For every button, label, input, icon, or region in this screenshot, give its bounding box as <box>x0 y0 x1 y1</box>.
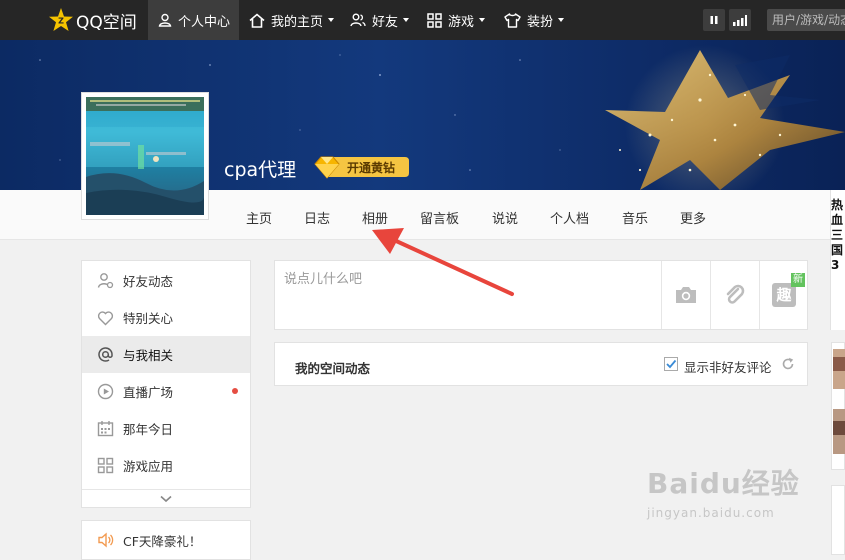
speaker-icon <box>98 532 114 548</box>
sidebar-item-label: 那年今日 <box>123 422 174 437</box>
fun-button[interactable]: 趣 新 <box>759 261 808 329</box>
check-icon <box>666 359 677 369</box>
chevron-down-icon <box>328 18 335 22</box>
watermark-logo-text: Baidu经验 <box>647 467 800 500</box>
home-icon <box>249 12 265 28</box>
checkbox-label[interactable]: 显示非好友评论 <box>684 357 772 376</box>
vip-label: 开通黄钻 <box>347 161 396 175</box>
right-ad-text[interactable]: 热血三国3 <box>831 198 845 273</box>
sidebar-item-game-apps[interactable]: 游戏应用 <box>82 447 250 484</box>
avatar[interactable] <box>81 92 209 220</box>
pause-button[interactable] <box>703 9 725 31</box>
sidebar-item-special-care[interactable]: 特别关心 <box>82 299 250 336</box>
nav-label: 装扮 <box>527 14 554 30</box>
feed-header: 我的空间动态 显示非好友评论 <box>274 342 808 386</box>
nav-label: 好友 <box>372 14 399 30</box>
new-badge: 新 <box>791 273 805 287</box>
chevron-down-icon <box>160 495 172 503</box>
grid-icon <box>427 12 442 28</box>
sidebar-item-label: 游戏应用 <box>123 459 174 474</box>
heart-icon <box>97 310 114 325</box>
promo-label: CF天降豪礼！ <box>123 533 202 549</box>
sidebar-item-label: 直播广场 <box>123 385 174 400</box>
qzone-star-icon: Z <box>49 8 73 31</box>
at-icon <box>98 347 113 362</box>
sidebar-item-on-this-day[interactable]: 那年今日 <box>82 410 250 447</box>
profile-username: cpa代理 <box>224 159 297 181</box>
nav-decorate[interactable]: 装扮 <box>504 0 565 40</box>
feed-title: 我的空间动态 <box>295 361 371 376</box>
friends-feed-icon <box>97 273 114 289</box>
subnav-music[interactable]: 音乐 <box>622 208 648 227</box>
vip-open-button[interactable]: 开通黄钻 <box>313 154 410 180</box>
search-input[interactable]: 用户/游戏/动态 <box>767 9 845 31</box>
subnav-blog[interactable]: 日志 <box>304 208 330 227</box>
play-icon <box>97 383 114 400</box>
sidebar-item-label: 与我相关 <box>123 348 174 363</box>
subnav-home[interactable]: 主页 <box>246 208 272 227</box>
sidebar-item-friend-feed[interactable]: 好友动态 <box>82 262 250 299</box>
subnav-album[interactable]: 相册 <box>362 208 388 227</box>
avatar-image <box>86 97 204 215</box>
nav-label: 我的主页 <box>271 14 324 30</box>
post-composer: 说点儿什么吧 趣 新 <box>274 260 808 330</box>
signal-button[interactable] <box>729 9 751 31</box>
friends-icon <box>350 13 366 27</box>
attachment-icon <box>726 284 745 304</box>
apps-icon <box>97 457 114 474</box>
shirt-icon <box>504 12 521 28</box>
photo-button[interactable] <box>661 261 710 329</box>
subnav-shuoshuo[interactable]: 说说 <box>492 208 518 227</box>
refresh-icon <box>782 357 794 370</box>
annotation-arrow-icon <box>372 228 514 296</box>
baidu-watermark: Baidu经验 jingyan.baidu.com <box>647 462 800 520</box>
sidebar-item-label: 好友动态 <box>123 274 174 289</box>
fun-icon-label: 趣 <box>776 286 792 304</box>
show-non-friend-comments-checkbox[interactable] <box>664 357 678 371</box>
sidebar-item-label: 特别关心 <box>123 311 174 326</box>
nav-label: 个人中心 <box>178 14 231 30</box>
top-navigation-bar: Z QQ空间 个人中心 我的主页 好友 游戏 装扮 用户/游戏/动态 <box>0 0 845 40</box>
nav-my-homepage[interactable]: 我的主页 <box>249 0 335 40</box>
notification-dot <box>232 388 238 394</box>
thumbnail-image <box>833 349 845 454</box>
svg-text:Z: Z <box>58 17 64 26</box>
nav-games[interactable]: 游戏 <box>427 0 486 40</box>
left-sidebar: 好友动态 特别关心 与我相关 直播广场 那年今日 游戏应用 <box>81 260 251 508</box>
chevron-down-icon <box>403 18 410 22</box>
sidebar-expand-button[interactable] <box>82 489 250 508</box>
chevron-down-icon <box>558 18 565 22</box>
chevron-down-icon <box>479 18 486 22</box>
signal-bars-icon <box>733 14 747 26</box>
nav-friends[interactable]: 好友 <box>350 0 410 40</box>
qzone-logo[interactable]: Z QQ空间 <box>48 7 137 33</box>
subnav-more[interactable]: 更多 <box>680 208 706 227</box>
watermark-url: jingyan.baidu.com <box>647 506 775 520</box>
subnav-profile-info[interactable]: 个人档 <box>550 208 589 227</box>
subnav-message-board[interactable]: 留言板 <box>420 208 459 227</box>
nav-personal-center[interactable]: 个人中心 <box>148 0 239 40</box>
right-card-bottom[interactable] <box>831 485 845 555</box>
right-thumbnail-card[interactable] <box>831 342 845 470</box>
refresh-button[interactable] <box>781 357 795 375</box>
user-icon <box>158 13 172 27</box>
cf-promo-card[interactable]: CF天降豪礼！ <box>81 520 251 560</box>
sidebar-item-related-to-me[interactable]: 与我相关 <box>82 336 250 373</box>
nav-label: 游戏 <box>448 14 475 30</box>
pause-icon <box>710 16 718 24</box>
game-scene-image <box>86 97 204 215</box>
camera-icon <box>676 287 696 303</box>
sidebar-item-live-square[interactable]: 直播广场 <box>82 373 250 410</box>
link-button[interactable] <box>710 261 759 329</box>
logo-text: QQ空间 <box>76 12 137 33</box>
calendar-icon <box>97 421 114 437</box>
